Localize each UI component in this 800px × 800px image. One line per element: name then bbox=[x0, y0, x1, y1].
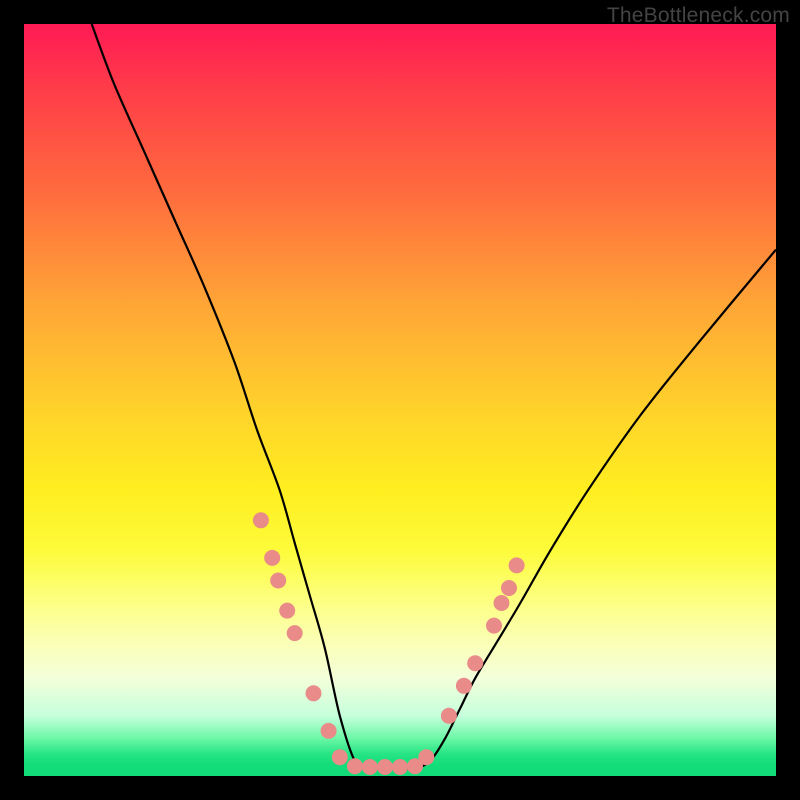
outer-frame: TheBottleneck.com bbox=[0, 0, 800, 800]
curve-marker bbox=[377, 759, 393, 775]
curve-marker bbox=[486, 618, 502, 634]
curve-marker bbox=[306, 685, 322, 701]
curve-marker bbox=[509, 557, 525, 573]
curve-marker bbox=[347, 758, 363, 774]
curve-marker bbox=[287, 625, 303, 641]
curve-marker bbox=[441, 708, 457, 724]
curve-markers bbox=[253, 512, 525, 775]
curve-marker bbox=[456, 678, 472, 694]
curve-marker bbox=[362, 759, 378, 775]
curve-marker bbox=[321, 723, 337, 739]
curve-marker bbox=[467, 655, 483, 671]
curve-marker bbox=[418, 749, 434, 765]
curve-marker bbox=[501, 580, 517, 596]
curve-marker bbox=[392, 759, 408, 775]
bottleneck-curve bbox=[92, 24, 776, 769]
watermark-text: TheBottleneck.com bbox=[607, 4, 790, 28]
curve-marker bbox=[332, 749, 348, 765]
curve-marker bbox=[494, 595, 510, 611]
curve-marker bbox=[264, 550, 280, 566]
plot-area bbox=[24, 24, 776, 776]
curve-marker bbox=[279, 603, 295, 619]
curve-marker bbox=[270, 573, 286, 589]
curve-layer bbox=[24, 24, 776, 776]
curve-marker bbox=[253, 512, 269, 528]
